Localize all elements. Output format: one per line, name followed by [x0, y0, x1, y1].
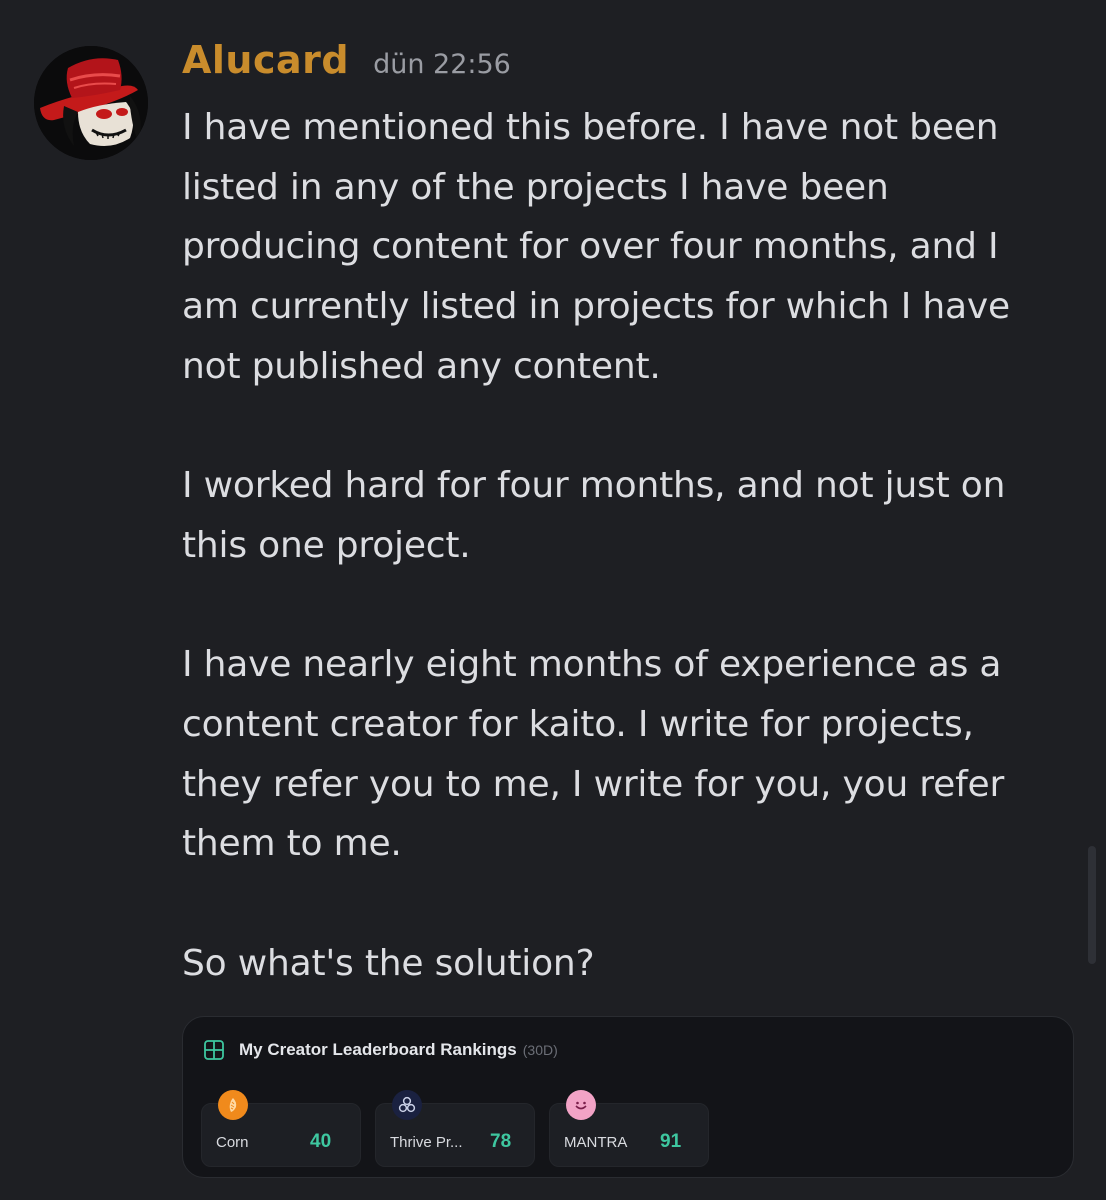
ranking-tile-corn: Corn 40 — [201, 1090, 361, 1167]
message-line: this one project. — [182, 524, 471, 566]
scrollbar-thumb[interactable] — [1088, 846, 1096, 964]
message-line: producing content for over four months, … — [182, 226, 999, 268]
ranking-score: 78 — [490, 1131, 512, 1152]
ranking-score: 91 — [660, 1131, 682, 1152]
ranking-tile-mantra: MANTRA 91 — [549, 1090, 709, 1167]
message-line: listed in any of the projects I have bee… — [182, 166, 889, 208]
message-paragraph: I have nearly eight months of experience… — [182, 635, 1082, 874]
embedded-image[interactable]: My Creator Leaderboard Rankings (30D) Co… — [182, 1016, 1074, 1178]
message-line: am currently listed in projects for whic… — [182, 286, 1010, 328]
message-paragraph: So what's the solution? — [182, 934, 1082, 994]
ranking-name: MANTRA — [564, 1134, 628, 1151]
message-header: Alucard dün 22:56 — [182, 38, 511, 98]
message-line: I worked hard for four months, and not j… — [182, 465, 1006, 507]
leaderboard-icon — [204, 1040, 224, 1060]
message-paragraph: I have mentioned this before. I have not… — [182, 98, 1082, 397]
chat-message: Alucard dün 22:56 I have mentioned this … — [0, 0, 1106, 1200]
message-line: not published any content. — [182, 345, 661, 387]
message-line: So what's the solution? — [182, 942, 595, 984]
message-line: content creator for kaito. I write for p… — [182, 704, 974, 745]
message-content: I have mentioned this before. I have not… — [182, 98, 1082, 994]
ranking-name: Corn — [216, 1134, 249, 1151]
mantra-logo-icon — [566, 1090, 596, 1120]
message-paragraph: I worked hard for four months, and not j… — [182, 456, 1082, 575]
user-avatar[interactable] — [34, 46, 148, 160]
message-line: they refer you to me, I write for you, y… — [182, 763, 1005, 805]
leaderboard-title: My Creator Leaderboard Rankings — [239, 1040, 517, 1059]
message-line: them to me. — [182, 823, 402, 865]
message-line: I have mentioned this before. I have not… — [182, 107, 999, 148]
corn-logo-icon — [218, 1090, 248, 1120]
ranking-score: 40 — [310, 1131, 332, 1152]
ranking-name: Thrive Pr... — [390, 1134, 463, 1151]
message-timestamp[interactable]: dün 22:56 — [373, 49, 511, 80]
leaderboard-header: My Creator Leaderboard Rankings (30D) — [203, 1039, 558, 1061]
ranking-tile-thrive: Thrive Pr... 78 — [375, 1090, 535, 1167]
message-line: I have nearly eight months of experience… — [182, 644, 1002, 686]
leaderboard-period: (30D) — [522, 1042, 558, 1058]
username[interactable]: Alucard — [182, 38, 349, 82]
thrive-logo-icon — [392, 1090, 422, 1120]
